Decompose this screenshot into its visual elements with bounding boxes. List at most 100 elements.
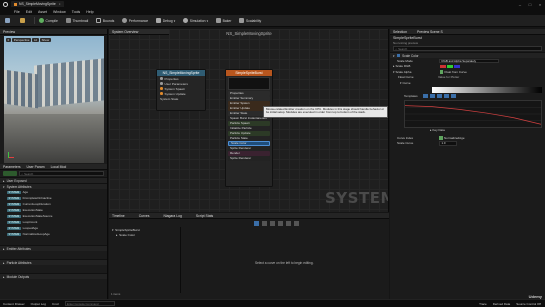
chevron-down-icon: ▾ xyxy=(173,18,176,23)
snap-icon[interactable] xyxy=(294,220,299,226)
emitter-node-header[interactable]: SimpleSpriteBurst xyxy=(226,70,272,76)
trace-button[interactable]: Trace xyxy=(479,302,487,306)
scale-mode-value: RGB and Alpha Separately xyxy=(441,58,477,63)
interp-icon[interactable] xyxy=(286,220,291,226)
render-section-row[interactable]: Render xyxy=(228,151,270,156)
scale-alpha-value[interactable]: Float from Curve xyxy=(445,70,467,74)
tab-script-stats[interactable]: Script Stats xyxy=(196,214,213,218)
menu-edit[interactable]: Edit xyxy=(26,10,32,14)
browse-button[interactable] xyxy=(18,17,29,24)
close-window-icon[interactable]: × xyxy=(535,2,545,7)
console-command-input[interactable]: Enter Console Command xyxy=(64,301,115,306)
tab-user-param[interactable]: User Param xyxy=(27,165,45,169)
key-data-row[interactable]: ▸ Key Data xyxy=(390,128,545,134)
compile-button[interactable]: Compile xyxy=(37,17,60,24)
section-particle-attributes-label: Particle Attributes xyxy=(6,260,32,265)
scale-color-row[interactable]: Scale Color xyxy=(228,141,270,146)
tab-timeline[interactable]: Timeline xyxy=(112,214,125,218)
select-tool-icon[interactable] xyxy=(254,220,259,226)
emitter-properties-label: Properties xyxy=(230,91,244,96)
template-step-button[interactable] xyxy=(436,94,442,98)
save-button[interactable] xyxy=(3,17,14,24)
maximize-icon[interactable]: □ xyxy=(525,2,535,7)
parameters-search-input[interactable]: ⌕ Search xyxy=(19,171,104,176)
emitter-node[interactable]: SimpleSpriteBurst Properties Emitter Sum… xyxy=(225,69,273,187)
module-enabled-checkbox[interactable] xyxy=(396,53,401,58)
template-linear-button[interactable] xyxy=(422,94,428,98)
simulation-button[interactable]: Simulation ▾ xyxy=(181,17,210,24)
frame-icon[interactable] xyxy=(270,220,275,226)
scale-mode-dropdown[interactable]: RGB and Alpha Separately xyxy=(439,58,499,63)
chevron-down-icon: ▾ xyxy=(3,184,5,189)
status-bar: Content Drawer Output Log Cmd Enter Cons… xyxy=(0,299,545,307)
minimize-icon[interactable]: – xyxy=(515,2,525,7)
scale-curve-input[interactable]: 1.0 xyxy=(439,141,457,146)
asset-tab[interactable]: NS_SimpleMovingSprite × xyxy=(11,1,64,7)
sprite-renderer-row[interactable]: Sprite Renderer xyxy=(228,146,270,151)
tangent-icon[interactable] xyxy=(278,220,283,226)
template-fade-button[interactable] xyxy=(443,94,449,98)
emitter-spawn-row[interactable]: Emitter Spawn xyxy=(228,101,270,106)
menu-window[interactable]: Window xyxy=(53,10,66,14)
thumbnail-button[interactable]: Thumbnail xyxy=(64,17,90,24)
details-search-row: ⌕ Search xyxy=(390,45,545,52)
cmd-button[interactable]: Cmd xyxy=(52,302,59,306)
lit-button[interactable]: Lit xyxy=(32,38,39,42)
attribute-name: CurrentLoopDuration xyxy=(22,202,51,206)
initialize-particle-row[interactable]: Initialize Particle xyxy=(228,126,270,131)
system-overview-graph[interactable]: System Overview NS_SimpleMovingSprite NS… xyxy=(109,29,389,212)
emitter-summary-row[interactable]: Emitter Summary xyxy=(228,96,270,101)
scalability-button[interactable]: Scalability xyxy=(237,17,263,24)
tab-local-mod[interactable]: Local Mod xyxy=(51,165,67,169)
tab-curves[interactable]: Curves xyxy=(139,214,150,218)
output-log-button[interactable]: Output Log xyxy=(31,302,46,306)
curve-graph[interactable] xyxy=(404,99,542,128)
details-search-input[interactable]: ⌕ Search xyxy=(393,46,542,51)
bounds-button[interactable]: Bounds xyxy=(94,17,116,24)
performance-button[interactable]: Performance xyxy=(120,17,150,24)
system-state-row[interactable]: System State xyxy=(157,96,205,101)
menu-tools[interactable]: Tools xyxy=(72,10,80,14)
system-node[interactable]: NS_SimpleMovingSprite Properties User Pa… xyxy=(156,69,206,111)
menu-file[interactable]: File xyxy=(14,10,20,14)
tree-item-scale-color[interactable]: ▸ Scale Color xyxy=(109,232,180,237)
float-curve-value[interactable]: Value for Plotter xyxy=(438,75,459,79)
tab-selection[interactable]: Selection xyxy=(393,30,407,34)
baker-button[interactable]: Baker xyxy=(214,17,233,24)
move-tool-icon[interactable] xyxy=(262,220,267,226)
perspective-button[interactable]: Perspective xyxy=(12,38,31,42)
close-tab-icon[interactable]: × xyxy=(59,2,61,6)
scale-curve-value: 1.0 xyxy=(441,141,446,146)
sprite-renderer-label: Sprite Renderer xyxy=(230,146,252,151)
preview-tab[interactable]: Preview xyxy=(0,29,107,35)
tab-preview-scene[interactable]: Preview Scene S xyxy=(417,30,443,34)
source-control-button[interactable]: Source Control Off xyxy=(516,302,541,306)
content-drawer-button[interactable]: Content Drawer xyxy=(3,302,25,306)
section-emitter-attributes[interactable]: ▸ Emitter Attributes xyxy=(0,245,107,251)
debug-button[interactable]: Debug ▾ xyxy=(154,17,177,24)
section-particle-attributes[interactable]: ▸ Particle Attributes xyxy=(0,259,107,265)
tab-niagara-log[interactable]: Niagara Log xyxy=(163,214,181,218)
section-module-outputs[interactable]: ▸ Module Outputs xyxy=(0,273,107,279)
template-ease-button[interactable] xyxy=(429,94,435,98)
particle-update-row[interactable]: Particle Update xyxy=(228,131,270,136)
menu-help[interactable]: Help xyxy=(86,10,93,14)
render-sprite-renderer-row[interactable]: Sprite Renderer xyxy=(228,156,270,161)
menu-asset[interactable]: Asset xyxy=(38,10,47,14)
scale-rgb-swatches[interactable] xyxy=(439,64,460,68)
particle-state-row[interactable]: Particle State xyxy=(228,136,270,141)
show-button[interactable]: Show xyxy=(40,38,51,42)
emitter-properties-row[interactable]: Properties xyxy=(228,91,270,96)
module-name: Scale Color xyxy=(402,53,419,58)
viewport-menu-button[interactable]: ≡ xyxy=(6,38,11,42)
template-smooth-button[interactable] xyxy=(450,94,456,98)
system-tag: SYSTEM xyxy=(7,232,21,236)
add-parameter-button[interactable] xyxy=(3,171,17,176)
list-item[interactable]: SYSTEM NormalizedLoopAge xyxy=(0,231,107,237)
particle-spawn-row[interactable]: Particle Spawn xyxy=(228,121,270,126)
curve-index-value[interactable]: NormalizedAge xyxy=(444,136,465,140)
tab-parameters[interactable]: Parameters xyxy=(3,165,21,169)
preview-viewport[interactable]: ≡ Perspective Lit Show xyxy=(4,36,104,163)
baker-icon xyxy=(216,18,222,23)
derived-data-button[interactable]: Derived Data xyxy=(493,302,511,306)
